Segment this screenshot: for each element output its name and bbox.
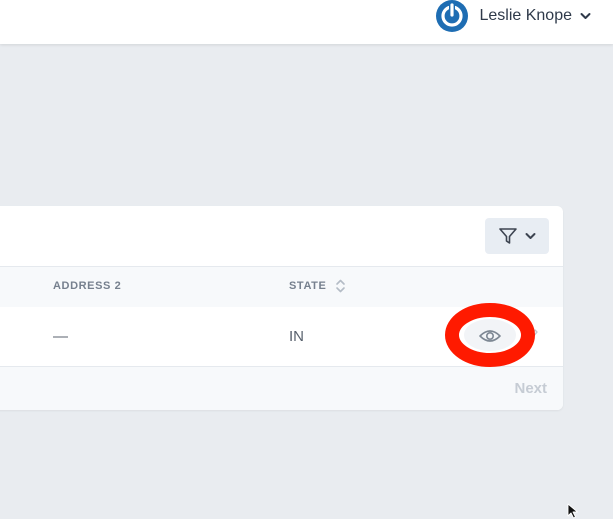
sort-icon[interactable] — [335, 278, 346, 294]
column-header-state[interactable]: STATE — [289, 280, 326, 292]
power-icon — [436, 0, 469, 32]
top-bar: Leslie Knope — [0, 0, 613, 44]
cell-address-2: — — [53, 328, 68, 345]
table-footer: Next — [0, 367, 563, 410]
user-name: Leslie Knope — [479, 6, 572, 24]
filter-icon — [499, 228, 517, 244]
next-page-button[interactable]: Next — [514, 380, 547, 397]
chevron-down-icon — [525, 233, 536, 239]
chevron-down-icon — [580, 12, 591, 19]
view-row-button[interactable] — [444, 302, 536, 368]
cell-state: IN — [289, 328, 304, 345]
filter-button[interactable] — [485, 218, 549, 254]
user-menu[interactable]: Leslie Knope — [436, 0, 591, 32]
column-header-address-2[interactable]: ADDRESS 2 — [53, 280, 121, 292]
